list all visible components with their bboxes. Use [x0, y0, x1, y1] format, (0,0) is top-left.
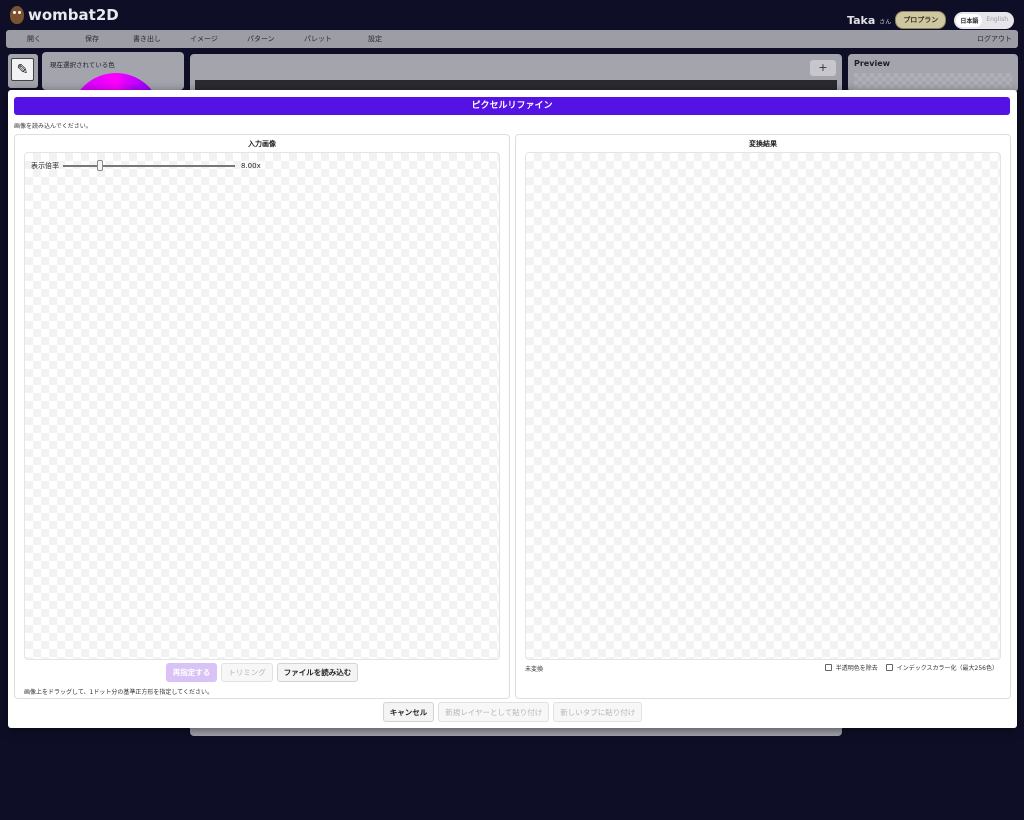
zoom-label: 表示倍率 — [31, 162, 59, 170]
paste-new-layer-button[interactable]: 新規レイヤーとして貼り付け — [438, 702, 550, 722]
color-wheel[interactable] — [70, 73, 162, 90]
current-color-label: 現在選択されている色 — [50, 61, 115, 69]
preview-title: Preview — [854, 59, 891, 68]
wombat-logo-icon — [10, 6, 24, 24]
input-image-pane: 入力画像 表示倍率 8.00x 再指定する トリミング ファイルを読み込む 画像… — [14, 134, 510, 699]
dialog-footer: キャンセル 新規レイヤーとして貼り付け 新しいタブに貼り付け — [8, 702, 1017, 722]
top-bar: wombat2D Taka さん プロプラン 日本語 English — [0, 0, 1024, 30]
pencil-tool-button[interactable]: ✎ — [11, 58, 34, 81]
lang-en-button[interactable]: English — [982, 14, 1012, 27]
menu-save[interactable]: 保存 — [85, 34, 99, 44]
zoom-slider[interactable] — [63, 160, 235, 171]
dialog-status: 画像を読み込んでください。 — [14, 123, 92, 130]
logout-link[interactable]: ログアウト — [977, 34, 1012, 44]
menu-image[interactable]: イメージ — [190, 34, 218, 44]
menu-pattern[interactable]: パターン — [247, 34, 275, 44]
paste-new-tab-button[interactable]: 新しいタブに貼り付け — [553, 702, 643, 722]
cancel-button[interactable]: キャンセル — [382, 702, 435, 722]
result-pane-title: 変換結果 — [749, 140, 777, 148]
language-switch: 日本語 English — [954, 11, 1014, 29]
indexed-color-checkbox[interactable] — [885, 664, 893, 671]
lang-ja-button[interactable]: 日本語 — [956, 13, 983, 27]
preview-panel: Preview — [848, 54, 1018, 92]
zoom-control: 表示倍率 8.00x — [31, 160, 261, 171]
color-panel: 現在選択されている色 — [42, 52, 184, 90]
user-area: Taka さん プロプラン 日本語 English — [847, 11, 1014, 29]
remove-alpha-label: 半透明色を除去 — [835, 665, 878, 672]
trim-button[interactable]: トリミング — [221, 663, 273, 682]
menu-bar: 開く 保存 書き出し イメージ パターン パレット 設定 ログアウト — [6, 30, 1018, 48]
add-tab-button[interactable]: + — [810, 60, 836, 76]
zoom-value: 8.00x — [241, 162, 261, 170]
indexed-color-label: インデックスカラー化（最大256色） — [896, 665, 998, 672]
indexed-color-option[interactable]: インデックスカラー化（最大256色） — [885, 663, 998, 672]
input-actions: 再指定する トリミング ファイルを読み込む — [15, 663, 509, 682]
dialog-title: ピクセルリファイン — [14, 97, 1010, 115]
tool-panel: ✎ — [8, 54, 38, 88]
menu-palette[interactable]: パレット — [304, 34, 332, 44]
result-canvas — [525, 152, 1001, 660]
result-options: 半透明色を除去 インデックスカラー化（最大256色） — [824, 663, 998, 672]
menu-settings[interactable]: 設定 — [368, 34, 382, 44]
pixel-refine-dialog: ピクセルリファイン 画像を読み込んでください。 入力画像 表示倍率 8.00x … — [8, 90, 1017, 728]
plan-badge[interactable]: プロプラン — [895, 11, 947, 29]
input-pane-title: 入力画像 — [248, 140, 276, 148]
user-name: Taka — [847, 13, 876, 27]
result-status: 未変換 — [525, 666, 544, 673]
logo-text: wombat2D — [28, 6, 119, 24]
app-logo[interactable]: wombat2D — [10, 6, 119, 24]
pencil-icon: ✎ — [16, 61, 29, 78]
tab-strip — [195, 80, 837, 90]
remove-alpha-option[interactable]: 半透明色を除去 — [824, 663, 878, 672]
menu-export[interactable]: 書き出し — [133, 34, 161, 44]
input-image-canvas[interactable]: 表示倍率 8.00x — [24, 152, 500, 660]
user-suffix: さん — [879, 19, 892, 26]
load-file-button[interactable]: ファイルを読み込む — [276, 663, 359, 682]
result-pane: 変換結果 未変換 半透明色を除去 インデックスカラー化（最大256色） — [515, 134, 1011, 699]
zoom-slider-thumb[interactable] — [97, 160, 104, 171]
remove-alpha-checkbox[interactable] — [824, 664, 832, 671]
respecify-button[interactable]: 再指定する — [165, 663, 218, 682]
drag-hint: 画像上をドラッグして、1ドット分の基準正方形を指定してください。 — [24, 689, 213, 696]
menu-open[interactable]: 開く — [27, 34, 41, 44]
